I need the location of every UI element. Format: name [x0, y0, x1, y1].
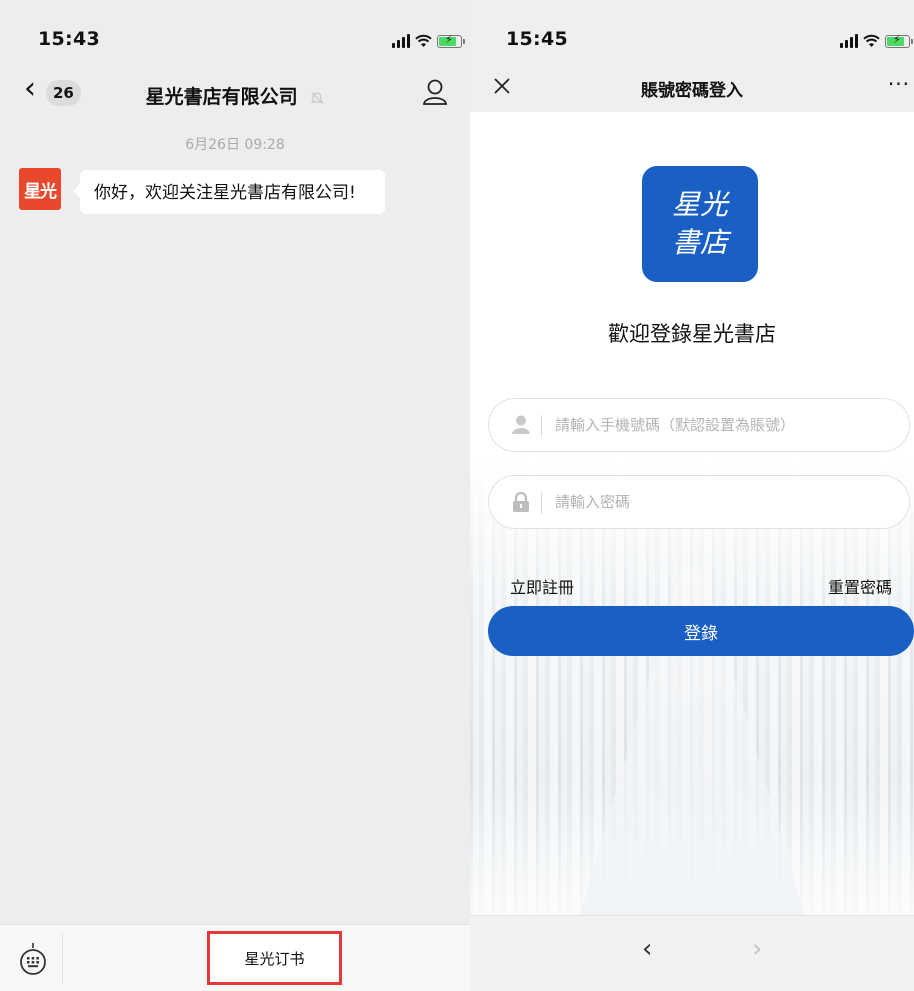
- login-button[interactable]: 登錄: [488, 606, 914, 656]
- chat-bottom-bar: 星光订书: [0, 924, 470, 991]
- message-bubble[interactable]: 你好，欢迎关注星光書店有限公司!: [73, 170, 385, 214]
- phone-field[interactable]: [488, 398, 910, 452]
- login-screen: 15:45 ⚡ 賬號密碼登入 ··· 星光 書店 歡迎登錄星光書店 請輸入手機號…: [470, 0, 914, 991]
- more-icon[interactable]: ···: [888, 74, 910, 94]
- divider: [62, 933, 63, 983]
- wifi-icon: [863, 34, 880, 47]
- phone-input[interactable]: [555, 399, 895, 451]
- signal-icon: [840, 34, 858, 48]
- chat-title: 星光書店有限公司: [145, 86, 298, 108]
- status-icons: ⚡: [840, 30, 913, 48]
- status-bar: 15:45 ⚡: [470, 0, 914, 62]
- field-divider: [541, 492, 542, 514]
- avatar[interactable]: 星光: [19, 168, 61, 210]
- menu-button-order-books[interactable]: 星光订书: [207, 931, 342, 985]
- logo-line-2: 書店: [671, 226, 728, 259]
- status-time: 15:45: [506, 28, 568, 50]
- chat-screen: 15:43 ⚡ ‹ 26 星光書店有限公司 6月26日 09:28 星光 你好，…: [0, 0, 470, 991]
- chat-header: ‹ 26 星光書店有限公司: [0, 68, 470, 116]
- mute-bell-icon: [310, 91, 324, 104]
- status-icons: ⚡: [392, 30, 465, 48]
- chat-title-row: 星光書店有限公司: [0, 82, 470, 109]
- status-time: 15:43: [38, 28, 100, 50]
- battery-icon: ⚡: [885, 34, 913, 48]
- person-icon[interactable]: [422, 78, 448, 106]
- welcome-heading: 歡迎登錄星光書店: [608, 322, 776, 346]
- browser-back-icon[interactable]: ‹: [642, 936, 652, 962]
- logo-line-1: 星光: [671, 188, 728, 221]
- message-timestamp: 6月26日 09:28: [185, 137, 285, 153]
- signal-icon: [392, 34, 410, 48]
- wifi-icon: [415, 34, 432, 47]
- browser-forward-icon[interactable]: ›: [752, 936, 762, 962]
- password-field[interactable]: [488, 475, 910, 529]
- keyboard-icon[interactable]: [19, 942, 47, 976]
- reset-password-link[interactable]: 重置密碼: [828, 574, 892, 598]
- login-header: 賬號密碼登入 ···: [470, 62, 914, 112]
- browser-toolbar: ‹ ›: [470, 915, 914, 991]
- user-icon: [512, 415, 530, 434]
- field-divider: [541, 415, 542, 437]
- register-link[interactable]: 立即註冊: [510, 574, 574, 598]
- status-bar: 15:43 ⚡: [0, 0, 470, 62]
- page-title: 賬號密碼登入: [641, 81, 743, 101]
- battery-icon: ⚡: [437, 34, 465, 48]
- password-input[interactable]: [555, 476, 895, 528]
- lock-icon: [513, 491, 529, 512]
- bookstore-logo: 星光 書店: [642, 166, 758, 282]
